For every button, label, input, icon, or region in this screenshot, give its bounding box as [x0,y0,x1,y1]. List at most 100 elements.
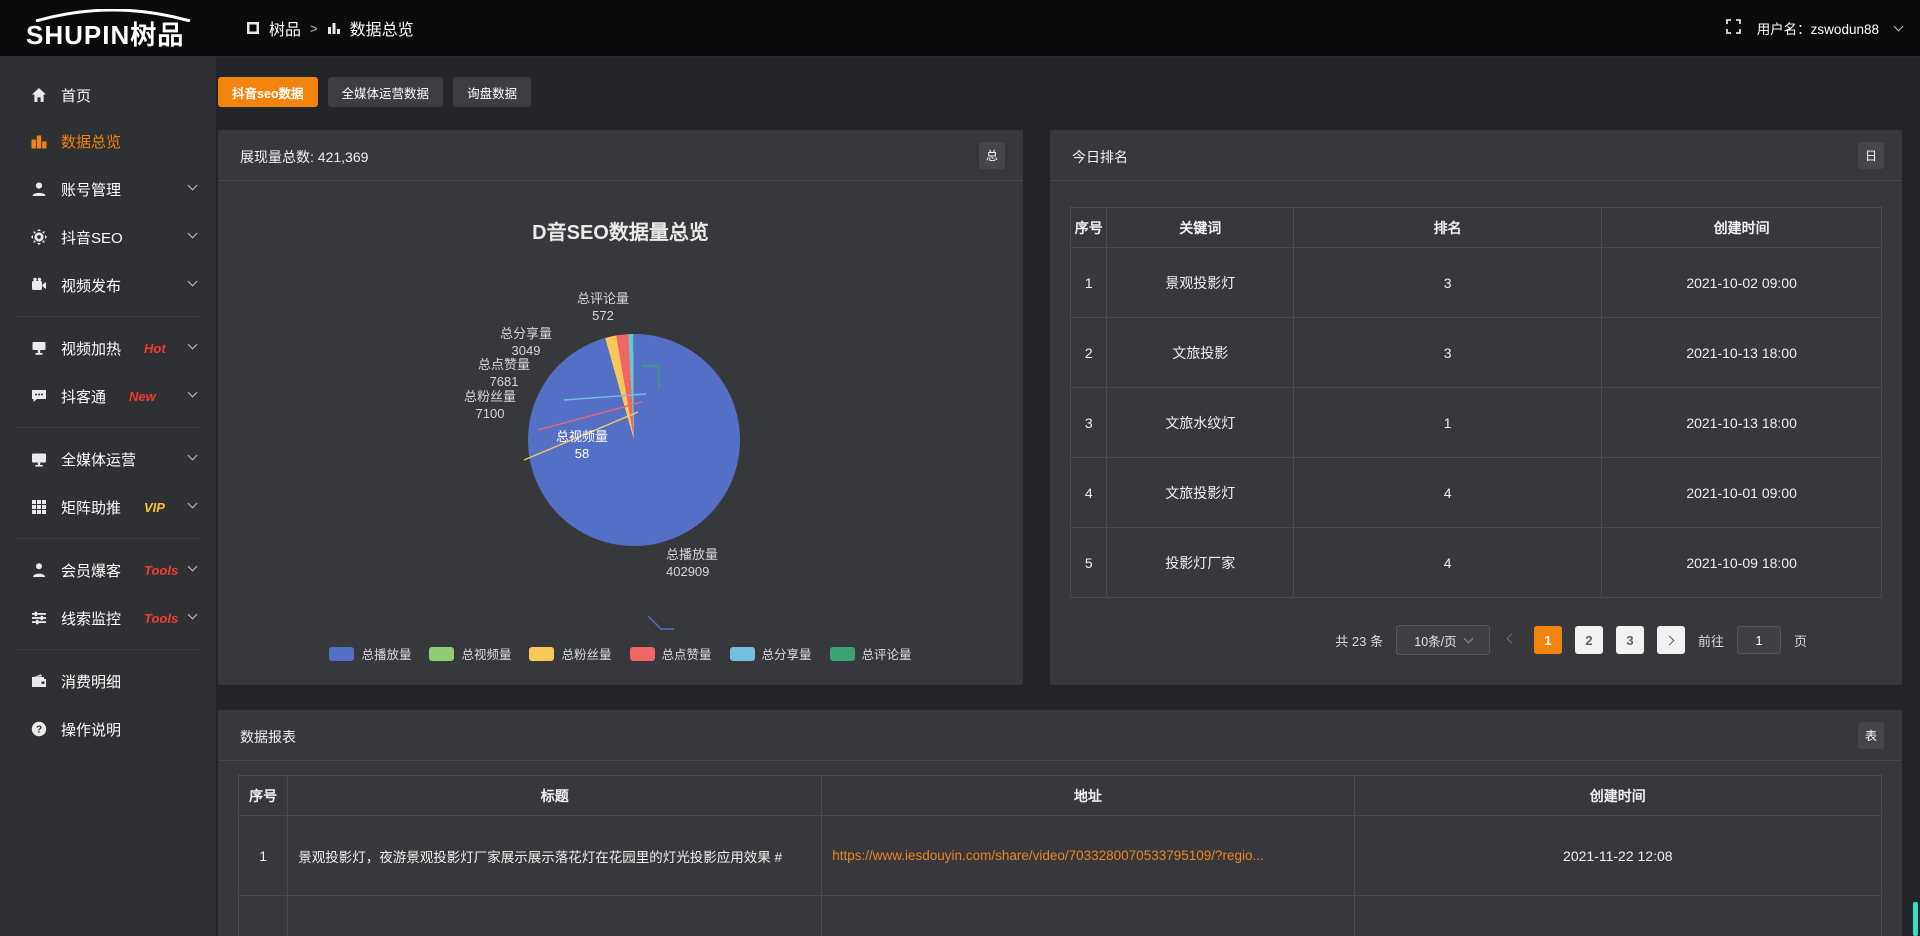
col-url: 地址 [822,776,1354,816]
page-button-2[interactable]: 2 [1575,626,1603,654]
video-title: 景观投影灯，夜游景观投影灯厂家展示展示落花灯在花园里的灯光投影应用效果 # [288,816,822,896]
hot-badge: Hot [144,341,166,356]
chevron-down-icon [188,277,198,287]
chevron-down-icon [1463,633,1473,643]
sidebar-item-lead-monitor[interactable]: 线索监控 Tools [0,594,216,642]
sidebar-item-label: 账号管理 [61,179,121,200]
sidebar-item-label: 全媒体运营 [61,449,136,470]
sidebar-divider [14,649,202,650]
table-row[interactable]: 5投影灯厂家42021-10-09 18:00 [1071,528,1882,598]
table-toggle-button[interactable]: 表 [1858,722,1884,749]
legend-swatch [329,647,354,661]
overview-panel: 展现量总数: 421,369 总 D音SEO数据量总览 总评论量572 总分享量… [218,130,1023,685]
page-button-1[interactable]: 1 [1534,626,1562,654]
vertical-scrollbar[interactable] [1913,902,1918,936]
wallet-icon [30,673,48,689]
chevron-down-icon [188,499,198,509]
goto-page-input[interactable] [1737,626,1781,654]
breadcrumb-current-icon [327,21,341,35]
table-row[interactable]: 4文旅投影灯42021-10-01 09:00 [1071,458,1882,528]
sidebar-item-omnimedia[interactable]: 全媒体运营 [0,435,216,483]
legend-item-likes[interactable]: 总点赞量 [630,644,712,663]
chevron-down-icon [188,181,198,191]
vip-badge: VIP [144,500,165,515]
table-row[interactable]: 2文旅投影32021-10-13 18:00 [1071,318,1882,388]
prev-page-button[interactable] [1503,639,1521,642]
sidebar-item-video-publish[interactable]: 视频发布 [0,261,216,309]
table-row[interactable]: 3文旅水纹灯12021-10-13 18:00 [1071,388,1882,458]
table-header-row: 序号 标题 地址 创建时间 [239,776,1882,816]
sidebar-item-matrix-boost[interactable]: 矩阵助推 VIP [0,483,216,531]
sidebar-item-douketong[interactable]: 抖客通 New [0,372,216,420]
table-row[interactable]: 1 景观投影灯，夜游景观投影灯厂家展示展示落花灯在花园里的灯光投影应用效果 # … [239,816,1882,896]
sidebar-item-label: 消费明细 [61,671,121,692]
col-title: 标题 [288,776,822,816]
legend-swatch [429,647,454,661]
sidebar-item-consumption[interactable]: 消费明细 [0,657,216,705]
tab-omnimedia-data[interactable]: 全媒体运营数据 [328,77,444,107]
sidebar-item-instructions[interactable]: ? 操作说明 [0,705,216,753]
gear-icon [30,229,48,245]
pie-label-comments: 总评论量572 [563,290,643,324]
pie-label-plays: 总播放量402909 [666,546,776,580]
sidebar-item-label: 矩阵助推 [61,497,121,518]
overview-panel-title: 展现量总数: 421,369 [240,149,368,165]
pie-label-fans: 总粉丝量7100 [450,388,530,422]
day-toggle-button[interactable]: 日 [1858,142,1884,169]
legend-item-plays[interactable]: 总播放量 [329,644,411,663]
logo-text-cn: 树品 [130,20,184,50]
sidebar-divider [14,316,202,317]
sidebar-item-label: 数据总览 [61,131,121,152]
username-label[interactable]: 用户名：zswodun88 [1757,18,1879,38]
pie-label-likes: 总点赞量7681 [464,356,544,390]
chevron-down-icon [188,610,198,620]
chevron-down-icon [188,562,198,572]
goto-suffix: 页 [1794,631,1807,650]
monitor-icon [30,451,48,467]
user-menu-chevron-icon[interactable] [1894,21,1904,31]
breadcrumb-separator: > [310,21,318,36]
page-size-select[interactable]: 10条/页 [1396,625,1490,655]
ranking-table: 序号 关键词 排名 创建时间 1景观投影灯32021-10-02 09:00 2… [1070,207,1882,598]
sidebar-item-member-burst[interactable]: 会员爆客 Tools [0,546,216,594]
sidebar-item-label: 视频发布 [61,275,121,296]
chevron-down-icon [188,229,198,239]
col-index: 序号 [1071,208,1107,248]
table-row[interactable]: 1景观投影灯32021-10-02 09:00 [1071,248,1882,318]
sidebar-divider [14,427,202,428]
sidebar-item-home[interactable]: 首页 [0,73,216,117]
fullscreen-icon[interactable] [1726,19,1741,37]
pie-chart: D音SEO数据量总览 总评论量572 总分享量3049 总点赞量7681 总粉丝… [218,188,1023,685]
legend-item-shares[interactable]: 总分享量 [730,644,812,663]
legend-item-comments[interactable]: 总评论量 [830,644,912,663]
tools-badge: Tools [144,611,178,626]
tab-inquiry-data[interactable]: 询盘数据 [453,77,531,107]
user-icon [30,181,48,197]
report-panel-title: 数据报表 [240,729,296,745]
sidebar-item-douyin-seo[interactable]: 抖音SEO [0,213,216,261]
sidebar-item-data-overview[interactable]: 数据总览 [0,117,216,165]
legend-item-fans[interactable]: 总粉丝量 [529,644,611,663]
chevron-down-icon [188,340,198,350]
grid-icon [30,499,48,515]
page-button-3[interactable]: 3 [1616,626,1644,654]
total-toggle-button[interactable]: 总 [979,142,1005,169]
video-link[interactable]: https://www.iesdouyin.com/share/video/70… [822,816,1354,896]
next-page-button[interactable] [1657,626,1685,654]
tab-douyin-seo[interactable]: 抖音seo数据 [218,77,318,107]
top-header: SHUPIN树品 树品 > 数据总览 用户名：zswodun88 [0,0,1920,57]
bar-chart-icon [30,133,48,149]
chevron-down-icon [188,451,198,461]
home-icon [30,87,48,103]
legend-swatch [529,647,554,661]
help-icon: ? [30,721,48,737]
breadcrumb-root[interactable]: 树品 [269,16,301,40]
sliders-icon [30,610,48,626]
table-row[interactable] [239,896,1882,936]
breadcrumb-current: 数据总览 [350,16,414,40]
legend-item-videos[interactable]: 总视频量 [429,644,511,663]
ranking-panel-title: 今日排名 [1072,149,1128,165]
col-created: 创建时间 [1354,776,1881,816]
sidebar-item-video-heat[interactable]: 视频加热 Hot [0,324,216,372]
sidebar-item-account[interactable]: 账号管理 [0,165,216,213]
